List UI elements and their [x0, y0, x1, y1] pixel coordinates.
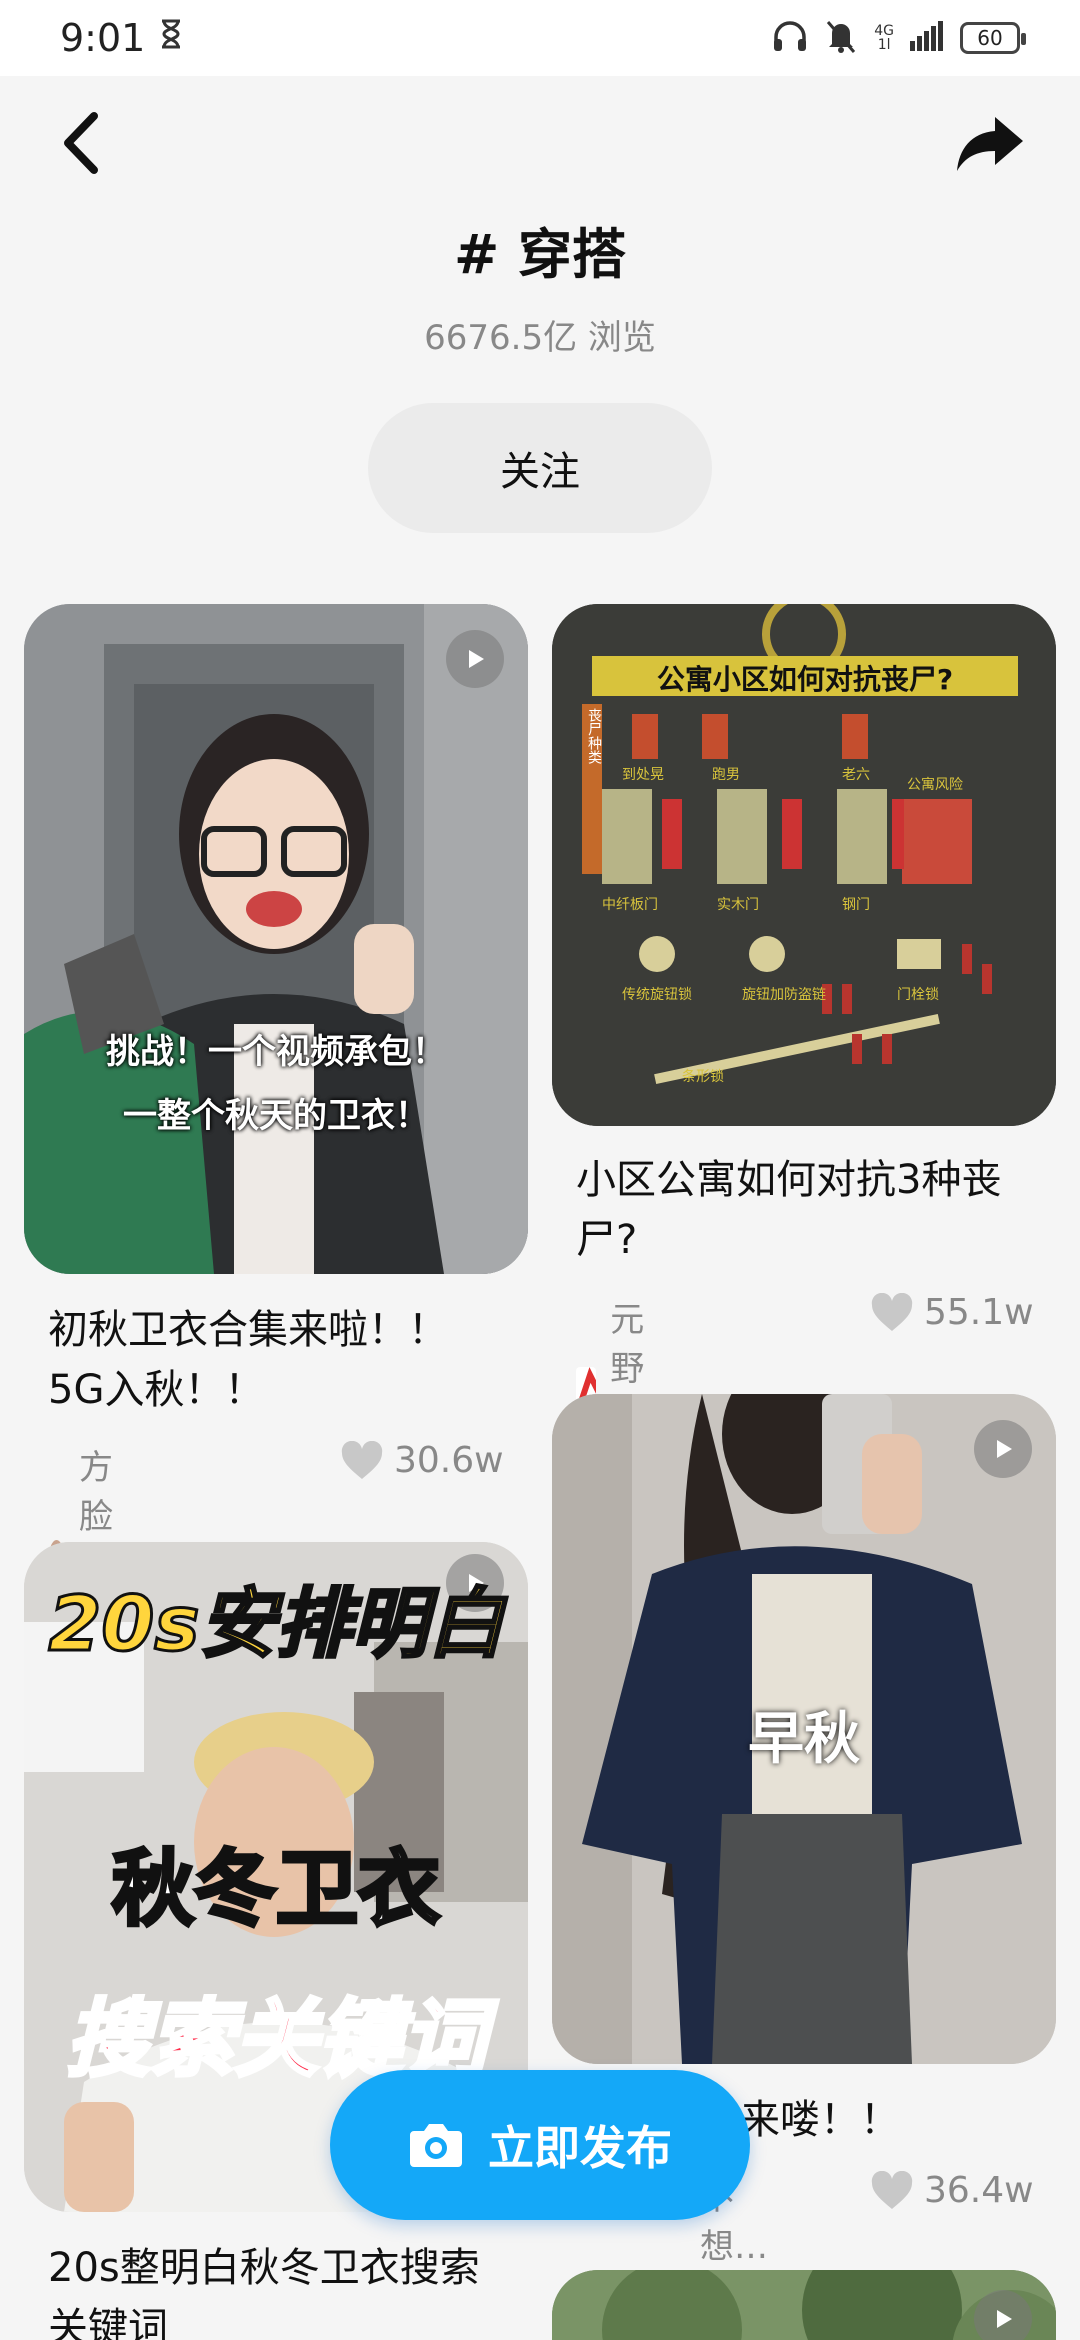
like-count-value: 36.4w [924, 2170, 1034, 2211]
poster-label: 公寓风险 [907, 777, 963, 793]
share-arrow-icon [957, 117, 1023, 171]
poster-label: 门栓锁 [897, 987, 939, 1003]
card-title[interactable]: 小区公寓如何对抗3种丧尸? [576, 1150, 1036, 1270]
thumbnail-caption: 一整个秋天的卫衣！ [123, 1096, 429, 1136]
battery-level: 60 [977, 26, 1003, 50]
network-indicator: 4G 1l [874, 24, 894, 52]
battery-icon: 60 [960, 22, 1026, 54]
hourglass-icon [159, 19, 183, 57]
status-bar: 9:01 4G 1l 60 [0, 0, 1080, 76]
poster-label: 钢门 [842, 897, 870, 913]
like-count[interactable]: 30.6w [340, 1440, 504, 1481]
card-thumbnail[interactable] [552, 2270, 1056, 2340]
poster-side-label: 丧尸种类 [586, 708, 602, 764]
like-count-value: 55.1w [924, 1292, 1034, 1333]
poster-title: 公寓小区如何对抗丧尸? [656, 663, 954, 696]
like-count[interactable]: 55.1w [870, 1292, 1034, 1333]
headphones-icon [772, 19, 808, 57]
poster-label: 传统旋钮锁 [622, 987, 692, 1003]
thumbnail-caption: 挑战！一个视频承包！ [106, 1032, 446, 1072]
heart-icon [871, 2170, 913, 2209]
play-icon [974, 2290, 1032, 2340]
like-count-value: 30.6w [394, 1440, 504, 1481]
like-count[interactable]: 36.4w [870, 2170, 1034, 2211]
publish-button[interactable]: 立即发布 [330, 2070, 750, 2220]
thumbnail-art [24, 604, 528, 1274]
thumbnail-caption: 秋冬卫衣 [110, 1840, 442, 1939]
signal-icon [910, 21, 944, 55]
poster-label: 到处晃 [622, 767, 664, 783]
back-button[interactable] [50, 108, 110, 178]
card-thumbnail[interactable]: 挑战！一个视频承包！ 一整个秋天的卫衣！ [24, 604, 528, 1274]
network-type: 4G [874, 23, 894, 39]
card-thumbnail[interactable]: 早秋 [552, 1394, 1056, 2064]
card-title[interactable]: 初秋卫衣合集来啦！！5G入秋！！ [48, 1300, 488, 1420]
poster-label: 跑男 [712, 767, 740, 783]
thumbnail-caption: 20s安排明白 [47, 1578, 505, 1670]
play-icon [446, 630, 504, 688]
card-title[interactable]: 来喽！！ [740, 2090, 1040, 2150]
mute-bell-icon [824, 18, 858, 58]
poster-label: 旋钮加防盗链 [742, 987, 826, 1003]
network-sub: 1l [877, 37, 891, 53]
follow-button[interactable]: 关注 [368, 403, 712, 533]
poster-label: 实木门 [717, 897, 759, 913]
poster-label: 老六 [842, 767, 870, 783]
topic-title: # 穿搭 [453, 223, 627, 286]
back-arrow-icon [64, 112, 98, 174]
poster-label: 中纤板门 [602, 897, 658, 913]
camera-icon [410, 2124, 462, 2167]
thumbnail-caption: 早秋 [748, 1707, 860, 1772]
publish-label: 立即发布 [488, 2121, 672, 2175]
heart-icon [341, 1440, 383, 1479]
status-time: 9:01 [60, 16, 146, 60]
view-count: 6676.5亿 浏览 [424, 318, 656, 358]
card-title[interactable]: 20s整明白秋冬卫衣搜索关键词 [48, 2238, 518, 2340]
heart-icon [871, 1292, 913, 1331]
card-thumbnail[interactable]: 公寓小区如何对抗丧尸? 丧尸种类 到处晃 跑男 老六 中纤板门 实木门 钢门 公… [552, 604, 1056, 1126]
poster-label: 条形锁 [682, 1069, 724, 1085]
play-icon [974, 1420, 1032, 1478]
share-button[interactable] [950, 108, 1030, 178]
